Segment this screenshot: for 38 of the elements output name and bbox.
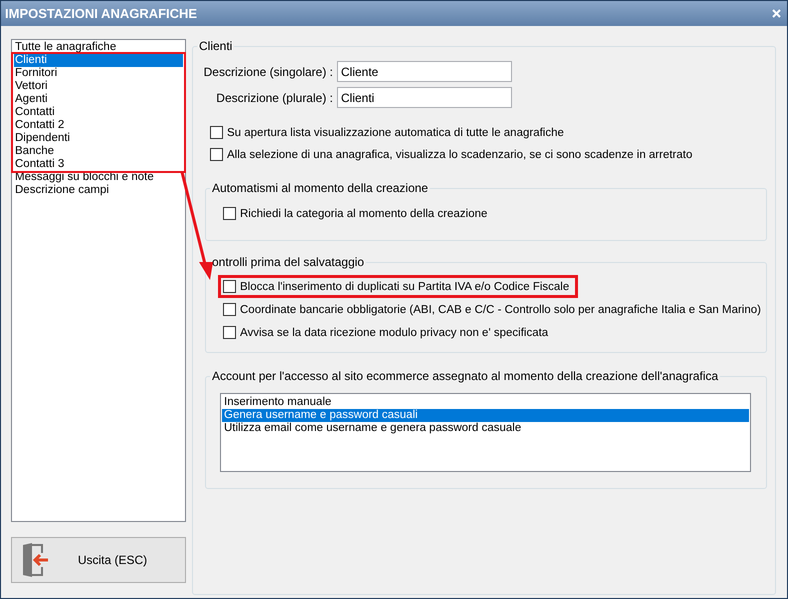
checkbox-label: Alla selezione di una anagrafica, visualizza lo scadenzario, se ci sono scadenze in arretrato [227, 148, 692, 160]
list-item[interactable]: Inserimento manuale [222, 396, 749, 409]
exit-button[interactable]: Uscita (ESC) [11, 537, 186, 583]
list-item[interactable]: Utilizza email come username e genera password casuale [222, 422, 749, 435]
checkbox-label: Su apertura lista visualizzazione automatica di tutte le anagrafiche [227, 126, 564, 138]
close-icon[interactable] [772, 9, 781, 18]
list-item[interactable]: Clienti [14, 54, 183, 67]
list-item[interactable]: Contatti 3 [14, 158, 183, 171]
list-item[interactable]: Banche [14, 145, 183, 158]
field-label: Descrizione (plurale) : [215, 90, 333, 104]
checkbox[interactable] [223, 326, 236, 339]
checkbox-label: Avvisa se la data ricezione modulo privacy non e' specificata [240, 326, 548, 338]
list-item[interactable]: Tutte le anagrafiche [14, 41, 183, 54]
checkbox[interactable] [223, 280, 236, 293]
field-label: Descrizione (singolare) : [203, 64, 333, 78]
list-item[interactable]: Vettori [14, 80, 183, 93]
list-item[interactable]: Genera username e password casuali [222, 409, 749, 422]
window-title: IMPOSTAZIONI ANAGRAFICHE [5, 6, 198, 21]
input-field[interactable]: Clienti [337, 87, 512, 108]
group-title: ontrolli prima del salvataggio [211, 255, 366, 269]
checkbox[interactable] [223, 207, 236, 220]
checkbox[interactable] [223, 303, 236, 316]
checkbox[interactable] [210, 126, 223, 139]
list-item[interactable]: Fornitori [14, 67, 183, 80]
checkbox[interactable] [210, 148, 223, 161]
checkbox-label: Blocca l'inserimento di duplicati su Partita IVA e/o Codice Fiscale [240, 280, 570, 292]
exit-door-icon [22, 543, 50, 577]
group-title: Automatismi al momento della creazione [211, 181, 430, 195]
list-item[interactable]: Descrizione campi [14, 184, 183, 197]
list-item[interactable]: Dipendenti [14, 132, 183, 145]
group-title: Clienti [198, 39, 234, 53]
input-field[interactable]: Cliente [337, 61, 512, 82]
list-item[interactable]: Contatti [14, 106, 183, 119]
list-item[interactable]: Agenti [14, 93, 183, 106]
checkbox-label: Richiedi la categoria al momento della creazione [240, 208, 488, 220]
checkbox-label: Coordinate bancarie obbligatorie (ABI, CAB e C/C - Controllo solo per anagrafiche Italia e San Marino) [240, 304, 761, 316]
list-item[interactable]: Contatti 2 [14, 119, 183, 132]
group-title: Account per l'accesso al sito ecommerce assegnato al momento della creazione dell'anagrafica [211, 369, 720, 383]
